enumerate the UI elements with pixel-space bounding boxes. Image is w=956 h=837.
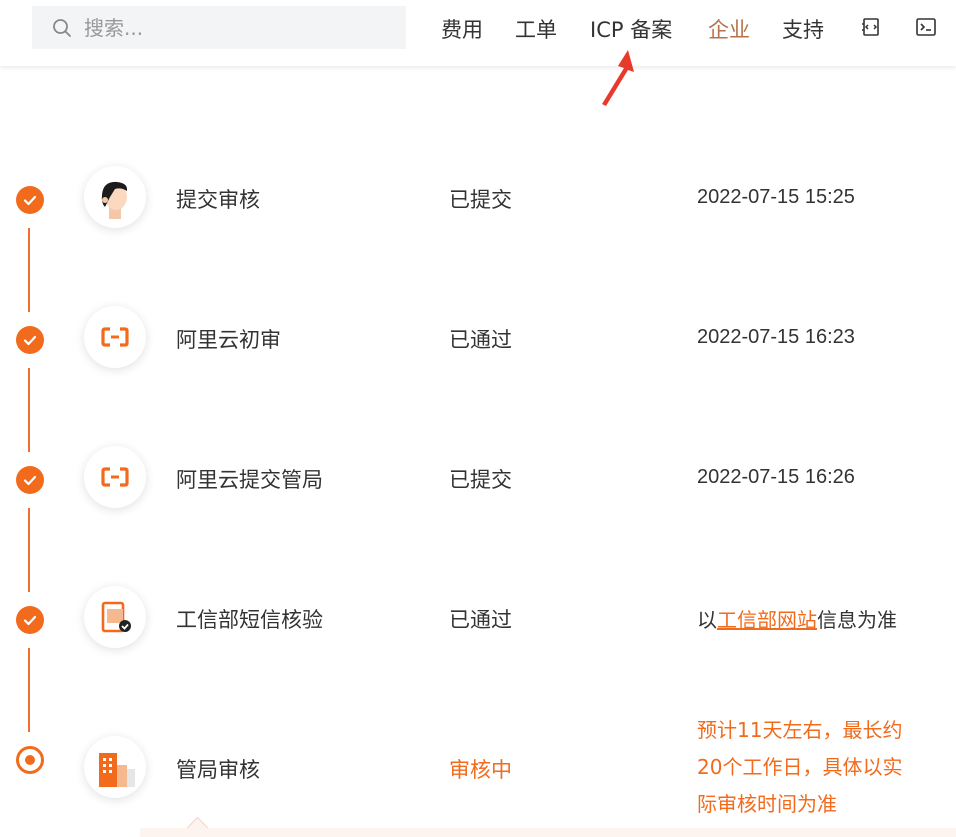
note-line: 际审核时间为准 <box>697 792 837 816</box>
check-icon <box>23 195 37 206</box>
step-label: 阿里云提交管局 <box>176 468 323 492</box>
step-time: 2022-07-15 15:25 <box>697 186 855 208</box>
check-icon <box>23 615 37 626</box>
timeline-connector <box>28 228 30 312</box>
note-suffix: 信息为准 <box>817 608 897 632</box>
step-time: 2022-07-15 16:26 <box>697 466 855 488</box>
search-input[interactable] <box>84 15 384 40</box>
top-bar: 费用 工单 ICP 备案 企业 支持 <box>0 0 956 66</box>
phone-check-icon <box>84 586 146 648</box>
step-label: 管局审核 <box>176 758 260 782</box>
step-time: 2022-07-15 16:23 <box>697 326 855 348</box>
step-status: 已通过 <box>449 608 512 632</box>
timeline-connector <box>28 648 30 732</box>
check-icon <box>23 335 37 346</box>
step-estimate-note: 预计11天左右，最长约 20个工作日，具体以实 际审核时间为准 <box>697 712 937 823</box>
step-label: 工信部短信核验 <box>176 608 323 632</box>
step-label: 提交审核 <box>176 188 260 212</box>
step-done-dot <box>16 186 44 214</box>
step-current-dot <box>16 746 44 774</box>
aliyun-logo-icon <box>84 446 146 508</box>
note-line: 预计11天左右，最长约 <box>697 718 903 742</box>
step-label: 阿里云初审 <box>176 328 281 352</box>
timeline-connector <box>28 368 30 452</box>
annotation-arrow-icon <box>602 50 634 106</box>
nav-tickets[interactable]: 工单 <box>515 14 557 44</box>
edit-code-icon[interactable] <box>860 16 882 38</box>
detail-popover <box>140 828 956 837</box>
user-avatar-icon <box>84 166 146 228</box>
step-done-dot <box>16 326 44 354</box>
step-status: 已提交 <box>449 188 512 212</box>
search-box[interactable] <box>32 6 406 49</box>
note-line: 20个工作日，具体以实 <box>697 755 903 779</box>
step-status: 已通过 <box>449 328 512 352</box>
aliyun-logo-icon <box>84 306 146 368</box>
nav-icp[interactable]: ICP 备案 <box>590 14 672 44</box>
search-icon <box>53 18 71 37</box>
note-prefix: 以 <box>697 608 717 632</box>
step-done-dot <box>16 606 44 634</box>
nav-fees[interactable]: 费用 <box>441 14 483 44</box>
miit-website-link[interactable]: 工信部网站 <box>717 608 817 632</box>
timeline-connector <box>28 508 30 592</box>
step-done-dot <box>16 466 44 494</box>
check-icon <box>23 475 37 486</box>
nav-enterprise[interactable]: 企业 <box>708 14 750 44</box>
step-status: 审核中 <box>449 758 512 782</box>
building-icon <box>84 736 146 798</box>
step-note: 以工信部网站信息为准 <box>697 604 897 633</box>
nav-support[interactable]: 支持 <box>782 14 824 44</box>
terminal-icon[interactable] <box>915 16 937 38</box>
step-status: 已提交 <box>449 468 512 492</box>
